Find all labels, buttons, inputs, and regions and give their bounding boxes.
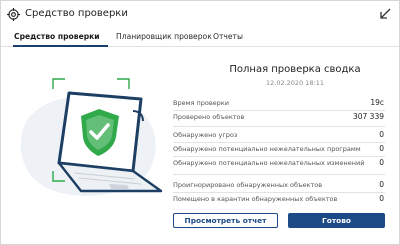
row-label: Обнаружено потенциально нежелательных из…: [173, 159, 365, 167]
row-value: 0: [379, 158, 384, 167]
tab-scheduler[interactable]: Планировщик проверок: [116, 32, 212, 42]
row-objects-scanned: Проверено объектов 307 339: [173, 111, 385, 123]
tab-scanner[interactable]: Средство проверки: [14, 32, 100, 42]
row-label: Время проверки: [173, 99, 229, 107]
row-value: 307 339: [352, 112, 384, 121]
row-value: 19с: [370, 98, 384, 107]
crosshair-target-icon: [7, 8, 20, 21]
row-pup-changes: Обнаружено потенциально нежелательных из…: [173, 157, 385, 169]
tab-bar: Средство проверки Планировщик проверок О…: [1, 28, 399, 47]
row-label: Помещено в карантин обнаруженных объекто…: [173, 195, 338, 203]
row-pup-programs: Обнаружено потенциально нежелательных пр…: [173, 143, 385, 155]
row-scan-time: Время проверки 19с: [173, 97, 385, 109]
section-divider: [173, 126, 385, 127]
row-threats-found: Обнаружено угроз 0: [173, 129, 385, 141]
row-label: Проверено объектов: [173, 113, 245, 121]
row-value: 0: [379, 144, 384, 153]
scan-summary-window: Средство проверки Средство проверки План…: [0, 0, 400, 245]
view-report-button[interactable]: Просмотреть отчет: [173, 213, 278, 228]
row-value: 0: [379, 180, 384, 189]
window-title: Средство проверки: [25, 8, 128, 19]
row-value: 0: [379, 130, 384, 139]
row-label: Обнаружено угроз: [173, 131, 238, 139]
row-value: 0: [379, 194, 384, 203]
summary-title: Полная проверка сводка: [229, 64, 361, 75]
active-tab-indicator: [13, 45, 108, 47]
done-button[interactable]: Готово: [288, 213, 385, 228]
title-bar: Средство проверки: [1, 1, 399, 27]
section-divider: [173, 174, 385, 175]
summary-date: 12.02.2020 18:11: [265, 79, 324, 87]
laptop-shield-check-icon: [20, 78, 163, 196]
arrow-down-left-icon[interactable]: [379, 8, 391, 20]
row-ignored-objects: Проигнорировано обнаруженных объектов 0: [173, 179, 385, 191]
tab-reports[interactable]: Отчеты: [213, 32, 243, 42]
row-label: Обнаружено потенциально нежелательных пр…: [173, 145, 361, 153]
row-quarantined-objects: Помещено в карантин обнаруженных объекто…: [173, 193, 385, 205]
row-label: Проигнорировано обнаруженных объектов: [173, 181, 323, 189]
